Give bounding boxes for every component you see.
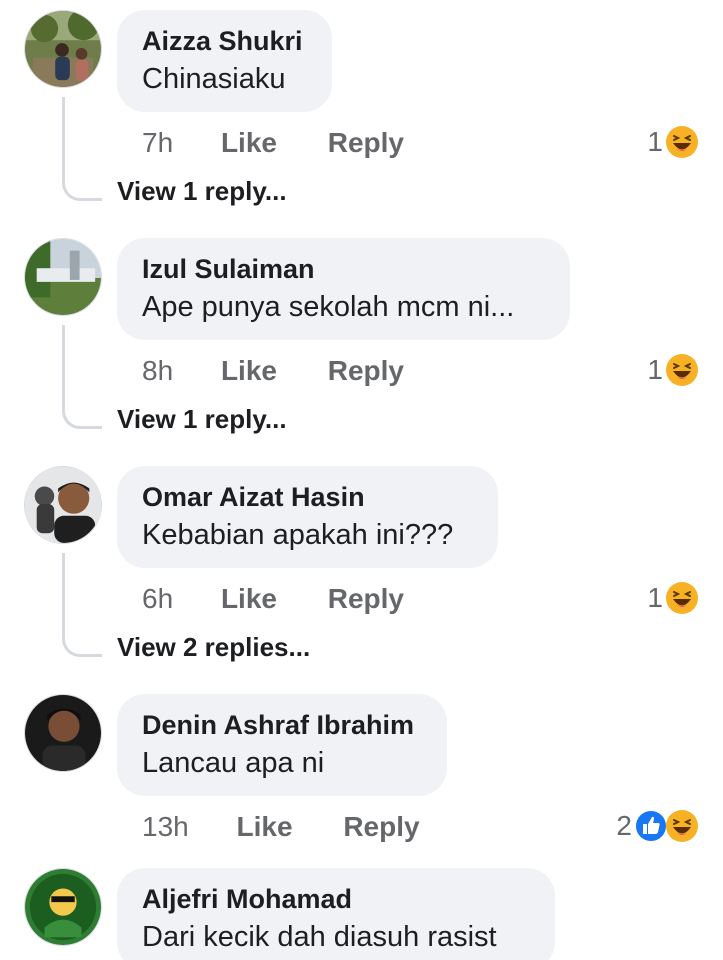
reaction-summary[interactable]: 1	[647, 125, 699, 159]
comment-timestamp[interactable]: 8h	[142, 355, 173, 387]
comment-author[interactable]: Aizza Shukri	[142, 26, 306, 56]
reaction-summary[interactable]: 1	[647, 581, 699, 615]
comment-text: Ape punya sekolah mcm ni...	[142, 291, 515, 323]
comment-text: Lancau apa ni	[142, 747, 325, 779]
reply-button[interactable]: Reply	[328, 583, 404, 615]
like-icon	[634, 809, 668, 843]
comment-bubble: Izul Sulaiman Ape punya sekolah mcm ni..…	[117, 238, 570, 340]
comment-text: Dari kecik dah diasuh rasist	[142, 921, 497, 953]
comment-text: Kebabian apakah ini???	[142, 519, 454, 551]
comment-bubble: Omar Aizat Hasin Kebabian apakah ini???	[117, 466, 498, 568]
comment-actions: 7h Like Reply	[142, 127, 404, 159]
like-button[interactable]: Like	[221, 583, 277, 615]
avatar[interactable]	[24, 868, 102, 946]
comment-bubble: Aljefri Mohamad Dari kecik dah diasuh ra…	[117, 868, 555, 960]
reaction-count: 2	[616, 810, 632, 841]
comment-author[interactable]: Izul Sulaiman	[142, 254, 544, 284]
comment-text: Chinasiaku	[142, 63, 286, 95]
reply-button[interactable]: Reply	[328, 355, 404, 387]
view-replies-link[interactable]: View 1 reply...	[117, 404, 287, 434]
comment-actions: 8h Like Reply	[142, 355, 404, 387]
haha-icon	[665, 125, 699, 159]
comment-timestamp[interactable]: 13h	[142, 811, 189, 843]
comment-actions: 13h Like Reply	[142, 811, 420, 843]
reaction-count: 1	[647, 126, 663, 157]
thread-connector	[62, 97, 102, 201]
thread-connector	[62, 553, 102, 657]
thread-connector	[62, 325, 102, 429]
comment-actions: 6h Like Reply	[142, 583, 404, 615]
comment-bubble: Denin Ashraf Ibrahim Lancau apa ni	[117, 694, 447, 796]
comment-timestamp[interactable]: 6h	[142, 583, 173, 615]
reaction-summary[interactable]: 1	[647, 353, 699, 387]
reaction-count: 1	[647, 354, 663, 385]
avatar[interactable]	[24, 10, 102, 88]
like-button[interactable]: Like	[237, 811, 293, 843]
comment-author[interactable]: Omar Aizat Hasin	[142, 482, 472, 512]
avatar[interactable]	[24, 466, 102, 544]
like-button[interactable]: Like	[221, 355, 277, 387]
reaction-count: 1	[647, 582, 663, 613]
reply-button[interactable]: Reply	[343, 811, 419, 843]
avatar[interactable]	[24, 238, 102, 316]
haha-icon	[665, 353, 699, 387]
haha-icon	[665, 581, 699, 615]
comment-author[interactable]: Aljefri Mohamad	[142, 884, 529, 914]
comment-bubble: Aizza Shukri Chinasiaku	[117, 10, 332, 112]
like-button[interactable]: Like	[221, 127, 277, 159]
reaction-summary[interactable]: 2	[616, 809, 699, 843]
avatar[interactable]	[24, 694, 102, 772]
view-replies-link[interactable]: View 1 reply...	[117, 176, 287, 206]
reply-button[interactable]: Reply	[328, 127, 404, 159]
haha-icon	[665, 809, 699, 843]
comment-timestamp[interactable]: 7h	[142, 127, 173, 159]
view-replies-link[interactable]: View 2 replies...	[117, 632, 310, 662]
comment-thread: Aizza Shukri Chinasiaku 7h Like Reply 1 …	[0, 0, 723, 960]
comment-author[interactable]: Denin Ashraf Ibrahim	[142, 710, 421, 740]
